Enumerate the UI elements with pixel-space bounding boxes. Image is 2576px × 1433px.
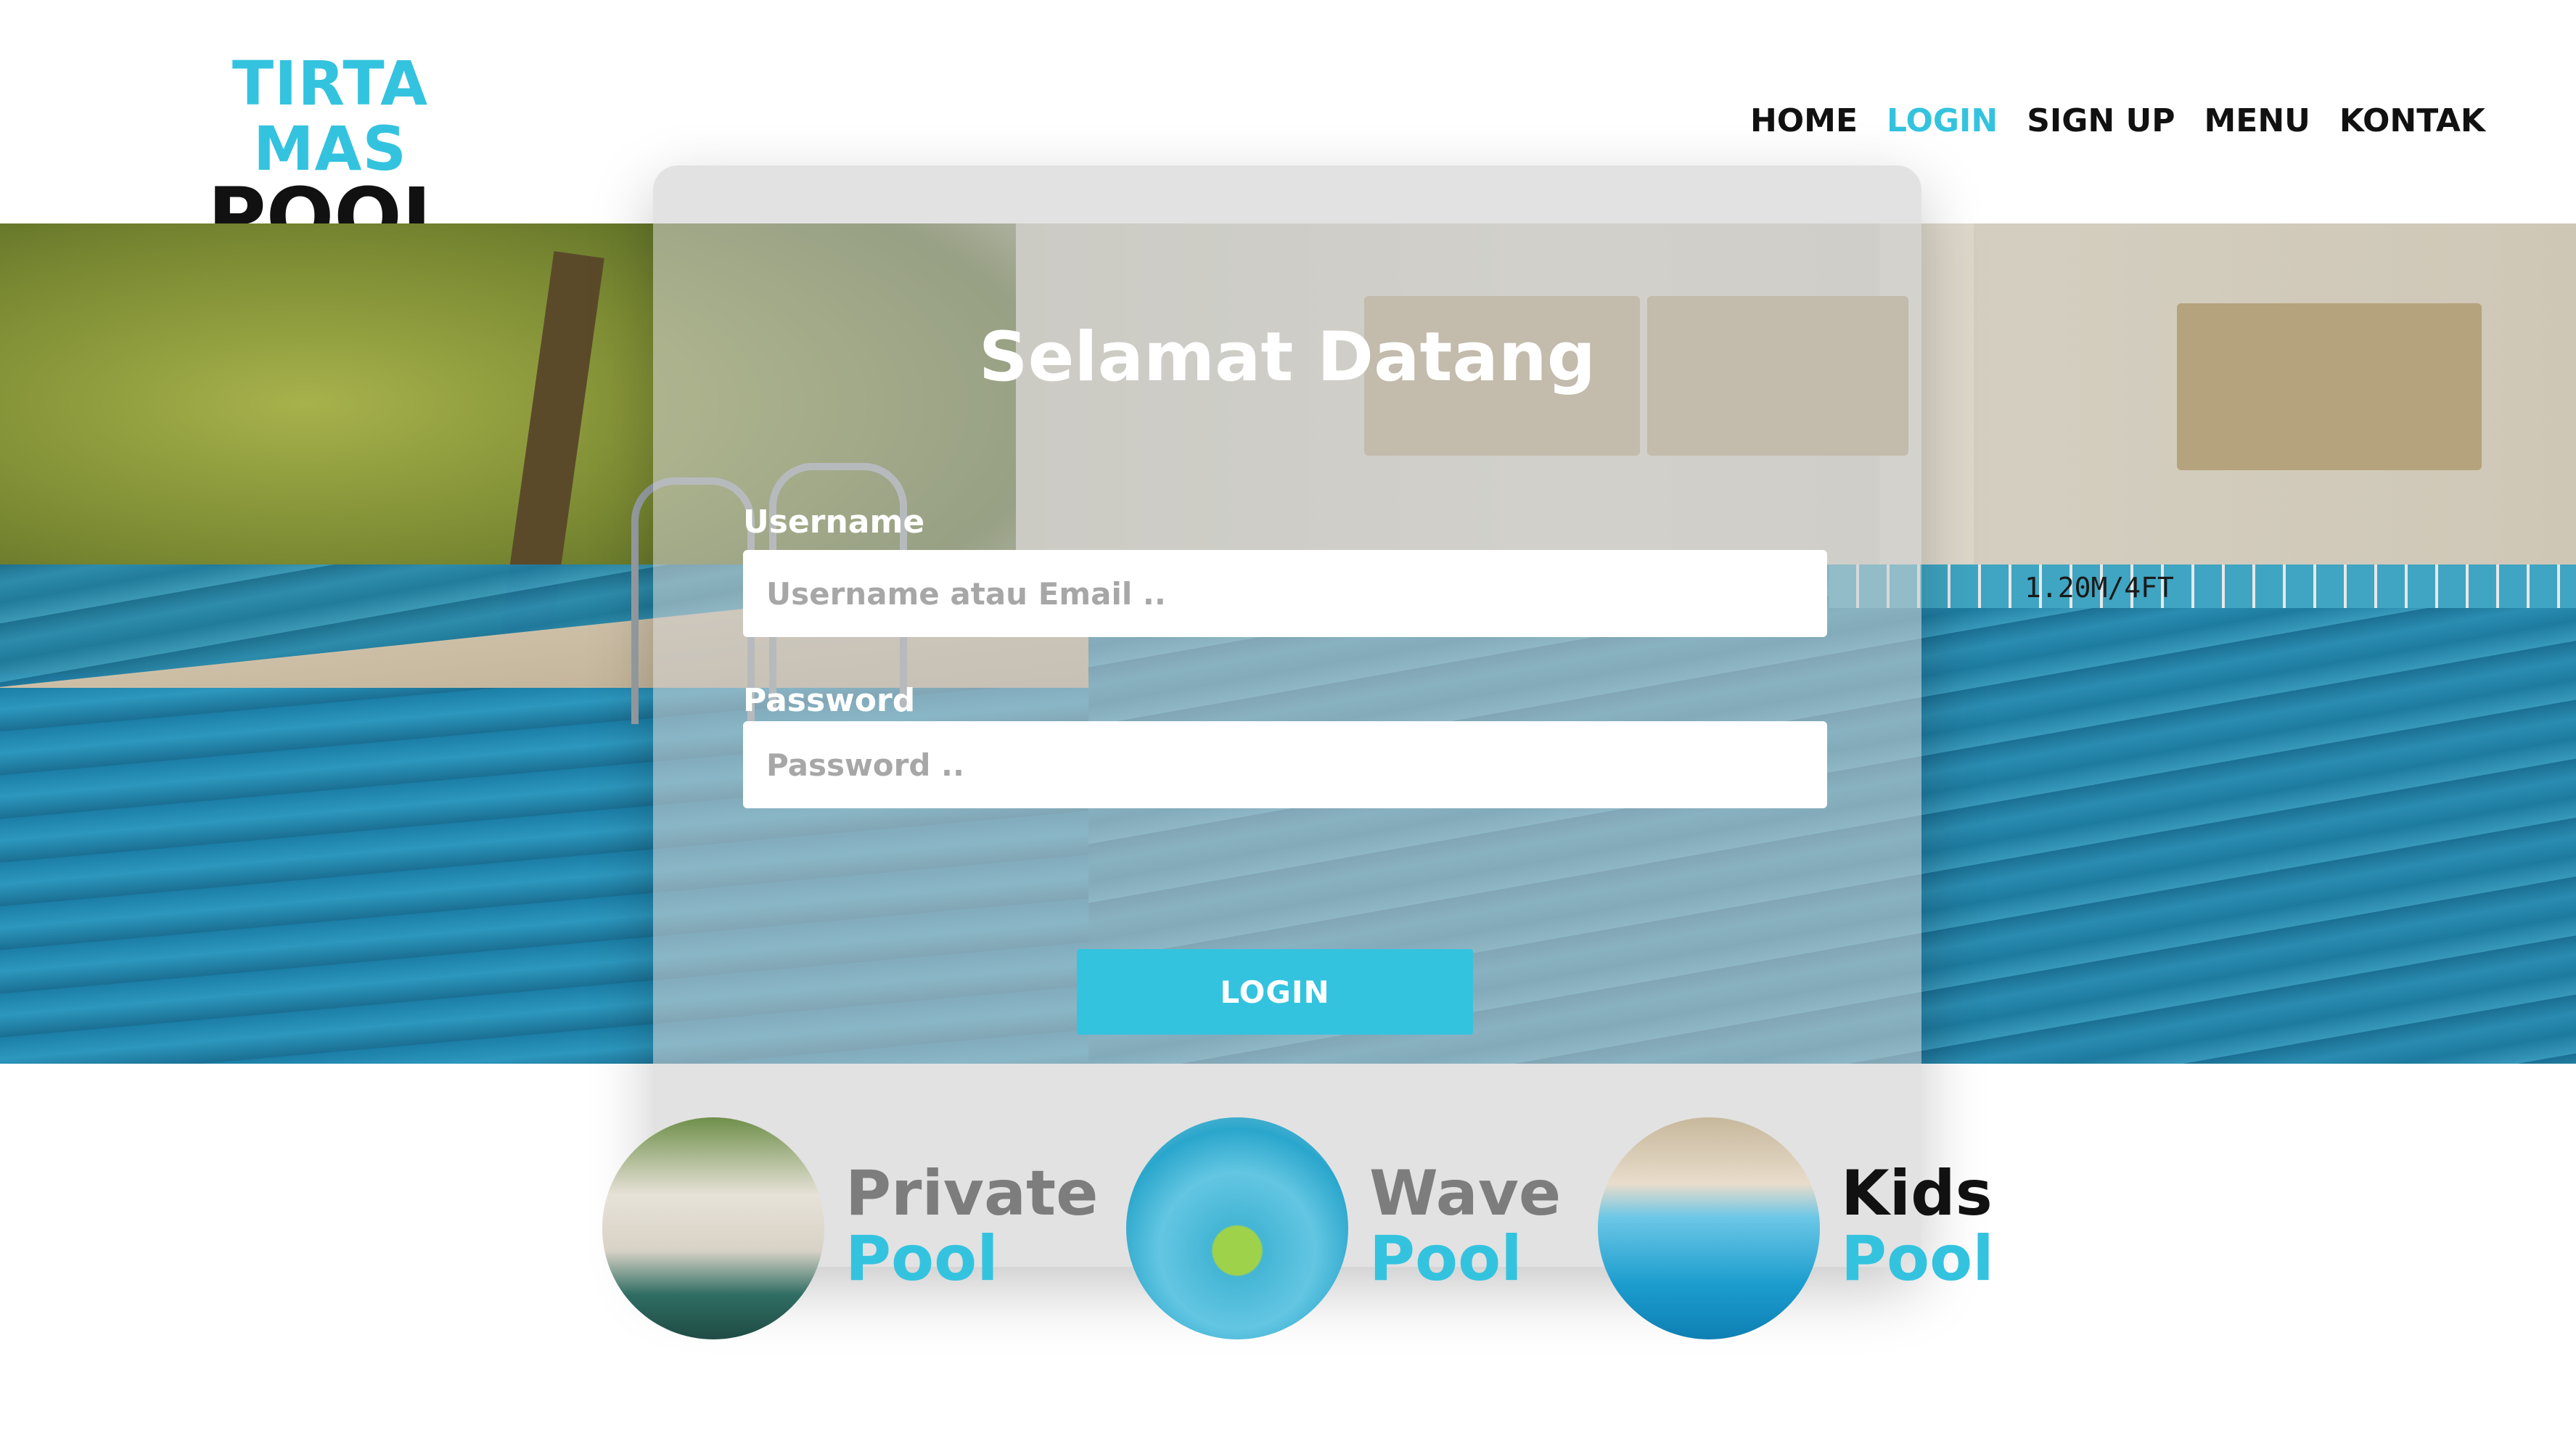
username-label: Username <box>743 504 925 541</box>
pool-name-word2: Pool <box>1369 1223 1522 1295</box>
pool-name-word2: Pool <box>845 1223 998 1295</box>
password-input[interactable] <box>743 721 1827 808</box>
password-label: Password <box>743 682 916 719</box>
pool-name-word1: Wave <box>1369 1157 1562 1230</box>
kids-pool-photo <box>1598 1117 1820 1339</box>
private-pool-photo <box>602 1117 824 1339</box>
pool-name-word1: Private <box>845 1157 1099 1230</box>
username-input[interactable] <box>743 550 1827 637</box>
nav-menu[interactable]: MENU <box>2204 96 2310 147</box>
pool-categories: Private Pool Wave Pool Kids Pool <box>602 1117 2054 1342</box>
pool-name: Wave Pool <box>1369 1161 1561 1292</box>
main-nav: HOME LOGIN SIGN UP MENU KONTAK <box>1721 96 2485 147</box>
nav-signup[interactable]: SIGN UP <box>2027 96 2175 147</box>
pool-name: Kids Pool <box>1841 1161 1994 1292</box>
hero-depth-sign: 1.20M/4FT <box>2025 572 2174 604</box>
login-button[interactable]: LOGIN <box>1077 949 1473 1035</box>
logo-line-top: TIRTA MAS <box>231 48 429 184</box>
login-card: Selamat Datang Username Password LOGIN <box>653 165 1921 1267</box>
nav-login[interactable]: LOGIN <box>1887 96 1998 147</box>
pool-name-word1: Kids <box>1841 1157 1993 1230</box>
pool-name: Private Pool <box>845 1161 1098 1292</box>
login-title: Selamat Datang <box>978 318 1596 397</box>
wave-pool-photo <box>1126 1117 1348 1339</box>
pool-name-word2: Pool <box>1841 1223 1994 1295</box>
nav-home[interactable]: HOME <box>1750 96 1858 147</box>
nav-kontak[interactable]: KONTAK <box>2339 96 2485 147</box>
hero-lounge-chair <box>2177 303 2482 470</box>
hero-pool-tile-edge <box>1829 564 2576 608</box>
